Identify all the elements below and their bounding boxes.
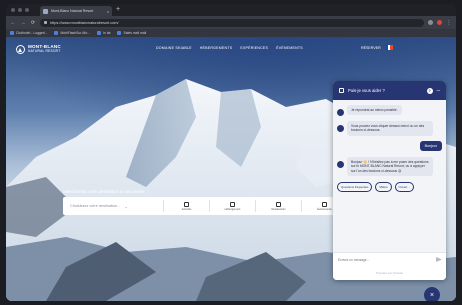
back-icon[interactable]: ← xyxy=(10,20,16,26)
chat-input[interactable] xyxy=(338,257,436,262)
search-bar: Choisissez votre destination... ⌄ Activi… xyxy=(63,197,347,215)
site-logo[interactable]: MONT-BLANC NATURAL RESORT xyxy=(16,44,61,54)
bookmark-icon xyxy=(117,31,122,35)
favicon-icon xyxy=(43,8,48,14)
header-actions: RÉSERVER xyxy=(361,45,393,50)
message-text: Je répondrai au mieux possible. xyxy=(347,105,402,116)
lodging-icon xyxy=(230,201,235,207)
chat-launcher-button[interactable]: × xyxy=(424,287,440,301)
tab-title: Mont-Blanc Natural Resort xyxy=(51,9,94,13)
bot-avatar xyxy=(337,160,344,168)
nav-item-evenements[interactable]: ÉVÉNEMENTS xyxy=(276,46,303,50)
bookmark-item[interactable]: MobiFlashSur-Mo... xyxy=(54,31,90,35)
reserve-link[interactable]: RÉSERVER xyxy=(361,46,381,50)
chat-icon xyxy=(339,88,344,93)
destination-select[interactable]: Choisissez votre destination... ⌄ xyxy=(63,204,163,209)
bot-avatar xyxy=(337,125,344,132)
restaurant-icon xyxy=(276,201,281,207)
message-text: Vous pouvez vous cliquer dessus merci ou… xyxy=(347,121,433,136)
bookmark-item[interactable]: Clubhotel - Logged... xyxy=(10,31,47,35)
address-row: ← → ⟳ https://www.montblancnaturalresort… xyxy=(6,16,456,29)
chevron-down-icon: ⌄ xyxy=(124,203,128,209)
language-flag-icon[interactable] xyxy=(385,45,393,50)
browser-tab[interactable]: Mont-Blanc Natural Resort × xyxy=(40,6,112,16)
bookmark-item[interactable]: In lat xyxy=(97,31,110,35)
quick-reply-button[interactable]: Météo xyxy=(375,182,392,193)
url-text: https://www.montblancnaturalresort.com/ xyxy=(50,20,119,25)
chat-widget: Puis-je vous aider ? ? – Je répondrai au… xyxy=(333,81,446,280)
page-viewport: MONT-BLANC NATURAL RESORT DOMAINE SKIABLE… xyxy=(6,37,456,301)
address-bar[interactable]: https://www.montblancnaturalresort.com/ xyxy=(40,18,424,27)
chat-title: Puis-je vous aider ? xyxy=(348,88,385,93)
nav-item-hebergements[interactable]: HÉBERGEMENTS xyxy=(200,46,233,50)
mountain-logo-icon xyxy=(16,44,25,54)
logo-text: MONT-BLANC NATURAL RESORT xyxy=(28,44,61,53)
reload-icon[interactable]: ⟳ xyxy=(30,20,36,26)
new-tab-button[interactable]: + xyxy=(116,6,120,14)
help-icon[interactable]: ? xyxy=(426,87,433,94)
message-text: Bonjour 👋 ! N'hésitez pas à me poser des… xyxy=(347,156,433,177)
bot-message: Vous pouvez vous cliquer dessus merci ou… xyxy=(337,121,442,136)
tab-bar: Mont-Blanc Natural Resort × + xyxy=(6,4,456,16)
message-text: Bonjour xyxy=(419,140,442,151)
filter-activities[interactable]: Activités xyxy=(164,201,209,211)
filter-restaurants[interactable]: Restaurants xyxy=(256,201,301,211)
browser-window: Mont-Blanc Natural Resort × + ← → ⟳ http… xyxy=(6,4,456,301)
filter-lodging[interactable]: Hébergement xyxy=(210,201,255,211)
event-icon xyxy=(322,201,327,207)
chat-input-row xyxy=(333,252,446,266)
profile-icon[interactable] xyxy=(437,20,442,25)
bookmark-item[interactable]: Sales mail mail xyxy=(117,31,146,35)
bot-avatar xyxy=(337,109,344,116)
activity-icon xyxy=(184,201,189,207)
user-message: Bonjour xyxy=(337,140,442,151)
quick-reply-button[interactable]: Questions fréquentes xyxy=(337,182,373,193)
chat-header: Puis-je vous aider ? ? – xyxy=(333,81,446,100)
extension-icon[interactable] xyxy=(428,20,433,25)
send-icon[interactable] xyxy=(436,257,441,262)
tab-close-icon[interactable]: × xyxy=(107,9,109,14)
bookmark-icon xyxy=(97,31,102,35)
nav-item-experiences[interactable]: EXPÉRIENCES xyxy=(240,46,268,50)
bookmark-icon xyxy=(54,31,59,35)
bot-message: Bonjour 👋 ! N'hésitez pas à me poser des… xyxy=(337,156,442,177)
bookmark-icon xyxy=(10,31,14,35)
minimize-icon[interactable]: – xyxy=(437,88,440,94)
nav-item-domaine[interactable]: DOMAINE SKIABLE xyxy=(156,46,192,50)
site-header: MONT-BLANC NATURAL RESORT DOMAINE SKIABLE… xyxy=(6,37,456,61)
quick-reply-button[interactable]: Ouvert... xyxy=(394,182,414,193)
quick-replies: Questions fréquentes Météo Ouvert... xyxy=(337,182,442,193)
window-controls[interactable] xyxy=(11,8,29,12)
close-icon: × xyxy=(429,291,435,299)
bot-message: Je répondrai au mieux possible. xyxy=(337,105,442,116)
main-nav: DOMAINE SKIABLE HÉBERGEMENTS EXPÉRIENCES… xyxy=(156,46,303,50)
lock-icon xyxy=(44,21,47,24)
forward-icon[interactable]: → xyxy=(20,20,26,26)
bookmarks-bar: Clubhotel - Logged... MobiFlashSur-Mo...… xyxy=(6,29,456,37)
menu-icon[interactable]: ⋮ xyxy=(446,20,452,26)
search-title: Sélectionnez votre destination et vos en… xyxy=(63,189,145,194)
chat-footer: Propulsé par Clustaar xyxy=(333,266,446,280)
destination-placeholder: Choisissez votre destination... xyxy=(70,204,121,208)
